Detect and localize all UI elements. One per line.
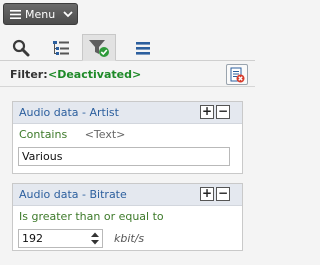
add-rule-button[interactable]: + bbox=[200, 187, 214, 201]
filter-status-row: Filter: <Deactivated> bbox=[0, 63, 255, 87]
top-bar: Menu bbox=[0, 0, 255, 28]
remove-rule-button[interactable]: − bbox=[216, 105, 230, 119]
rule-condition: Contains <Text> bbox=[19, 128, 125, 142]
bitrate-stepper[interactable]: 192 bbox=[18, 229, 103, 248]
tab-filter[interactable] bbox=[82, 34, 116, 61]
tab-search[interactable] bbox=[4, 34, 38, 61]
remove-rule-button[interactable]: − bbox=[216, 187, 230, 201]
rule-panel-bitrate: Audio data - Bitrate + − Is greater than… bbox=[12, 183, 243, 251]
bitrate-value: 192 bbox=[22, 232, 43, 245]
filter-value: <Deactivated> bbox=[48, 68, 142, 81]
rule-value-input[interactable]: Various bbox=[18, 147, 230, 166]
chevron-down-icon bbox=[63, 10, 73, 17]
rule-title: Audio data - Artist bbox=[19, 106, 119, 119]
rule-operator[interactable]: Is greater than or equal to bbox=[19, 210, 164, 223]
spinner-arrows-icon[interactable] bbox=[90, 231, 100, 246]
bitrate-unit: kbit/s bbox=[114, 232, 145, 245]
menu-label: Menu bbox=[25, 7, 56, 21]
rule-title: Audio data - Bitrate bbox=[19, 188, 127, 201]
search-icon bbox=[12, 39, 30, 56]
tool-tabs bbox=[0, 34, 255, 61]
clear-filter-icon bbox=[230, 67, 245, 82]
clear-filter-button[interactable] bbox=[226, 64, 248, 85]
filter-check-icon bbox=[89, 39, 109, 57]
rule-header: Audio data - Artist + − bbox=[13, 102, 242, 124]
rule-header: Audio data - Bitrate + − bbox=[13, 184, 242, 206]
tab-list[interactable] bbox=[126, 34, 160, 61]
menu-button[interactable]: Menu bbox=[3, 3, 78, 25]
rule-operator[interactable]: Contains bbox=[19, 128, 67, 141]
hamburger-icon bbox=[10, 9, 21, 19]
rule-panel-artist: Audio data - Artist + − Contains <Text> … bbox=[12, 101, 243, 174]
hamburger-list-icon bbox=[136, 41, 150, 55]
tab-tree[interactable] bbox=[44, 34, 78, 61]
rule-value-type[interactable]: <Text> bbox=[85, 128, 126, 141]
tree-list-icon bbox=[53, 40, 69, 55]
add-rule-button[interactable]: + bbox=[200, 105, 214, 119]
filter-label: Filter: bbox=[10, 68, 48, 81]
